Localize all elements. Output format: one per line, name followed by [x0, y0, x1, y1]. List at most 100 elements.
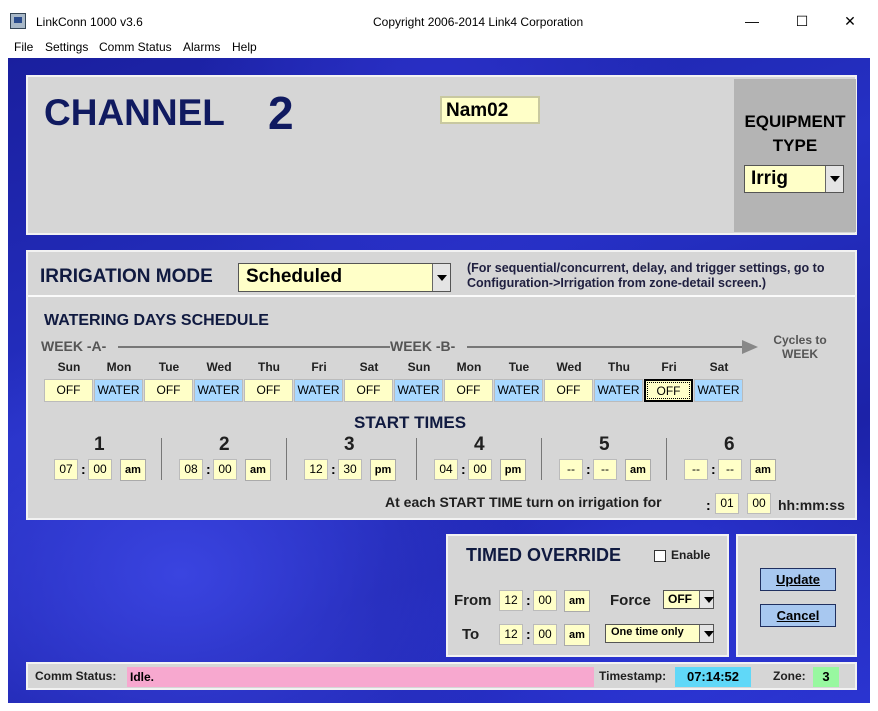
- day-toggle-button[interactable]: WATER: [394, 379, 443, 402]
- duration-hours-field[interactable]: 01: [715, 493, 739, 514]
- irrigation-mode-select[interactable]: Scheduled: [238, 263, 451, 292]
- timestamp-value: 07:14:52: [675, 667, 751, 687]
- menu-file[interactable]: File: [14, 40, 33, 54]
- update-button[interactable]: Update: [760, 568, 836, 591]
- colon: :: [526, 626, 531, 642]
- chevron-down-icon[interactable]: [699, 625, 714, 642]
- colon: :: [206, 461, 211, 477]
- enable-label: Enable: [671, 548, 711, 562]
- start-time-ampm-button[interactable]: am: [120, 459, 146, 481]
- to-hour-field[interactable]: 12: [499, 624, 523, 645]
- menu-comm-status[interactable]: Comm Status: [99, 40, 172, 54]
- chevron-down-icon[interactable]: [699, 591, 714, 608]
- force-label: Force: [610, 592, 651, 609]
- day-name: Sun: [57, 360, 81, 374]
- channel-name-field[interactable]: Nam02: [440, 96, 540, 124]
- force-value: OFF: [668, 592, 692, 606]
- day-toggle-button[interactable]: OFF: [144, 379, 193, 402]
- from-ampm-button[interactable]: am: [564, 590, 590, 612]
- menu-settings[interactable]: Settings: [45, 40, 88, 54]
- irrigation-mode-value: Scheduled: [246, 266, 343, 287]
- channel-number: 2: [268, 87, 294, 139]
- day-toggle-button[interactable]: WATER: [294, 379, 343, 402]
- equipment-type-value: Irrig: [751, 168, 788, 189]
- day-toggle-button[interactable]: OFF: [544, 379, 593, 402]
- day-toggle-button[interactable]: OFF: [244, 379, 293, 402]
- start-time-hour-field[interactable]: --: [684, 459, 708, 480]
- day-name: Thu: [258, 360, 280, 374]
- enable-checkbox[interactable]: [654, 550, 666, 562]
- day-name: Wed: [206, 360, 232, 374]
- day-toggle-button[interactable]: WATER: [594, 379, 643, 402]
- day-toggle-button[interactable]: OFF: [344, 379, 393, 402]
- day-toggle-button[interactable]: OFF: [444, 379, 493, 402]
- divider: [286, 438, 287, 480]
- channel-label: CHANNEL: [44, 92, 225, 133]
- divider: [541, 438, 542, 480]
- close-icon[interactable]: ✕: [838, 10, 862, 32]
- menu-bar: File Settings Comm Status Alarms Help: [0, 38, 878, 58]
- start-time-ampm-button[interactable]: pm: [370, 459, 396, 481]
- start-time-hour-field[interactable]: --: [559, 459, 583, 480]
- start-time-minute-field[interactable]: 00: [213, 459, 237, 480]
- day-name: Sun: [407, 360, 431, 374]
- start-time-minute-field[interactable]: 00: [468, 459, 492, 480]
- day-toggle-button[interactable]: OFF: [44, 379, 93, 402]
- day-toggle-button[interactable]: WATER: [494, 379, 543, 402]
- copyright-text: Copyright 2006-2014 Link4 Corporation: [373, 15, 584, 29]
- to-label: To: [462, 626, 480, 643]
- minimize-icon[interactable]: —: [740, 10, 764, 32]
- colon: :: [706, 497, 711, 513]
- start-time-ampm-button[interactable]: am: [750, 459, 776, 481]
- day-name: Mon: [456, 360, 482, 374]
- force-select[interactable]: OFF: [663, 590, 714, 609]
- cancel-button[interactable]: Cancel: [760, 604, 836, 627]
- week-a-line: [118, 346, 390, 348]
- divider: [28, 295, 855, 297]
- start-time-ampm-button[interactable]: am: [245, 459, 271, 481]
- repeat-select[interactable]: One time only: [605, 624, 714, 643]
- start-time-minute-field[interactable]: --: [718, 459, 742, 480]
- equipment-label-line2: TYPE: [772, 136, 818, 155]
- week-a-label: WEEK -A-: [41, 338, 107, 354]
- start-time-number: 4: [474, 434, 485, 455]
- action-panel: [736, 534, 857, 657]
- to-ampm-button[interactable]: am: [564, 624, 590, 646]
- start-time-minute-field[interactable]: --: [593, 459, 617, 480]
- duration-unit: hh:mm:ss: [778, 497, 845, 513]
- start-time-hour-field[interactable]: 08: [179, 459, 203, 480]
- day-toggle-button[interactable]: WATER: [694, 379, 743, 402]
- menu-help[interactable]: Help: [232, 40, 257, 54]
- start-time-number: 3: [344, 434, 355, 455]
- start-time-minute-field[interactable]: 00: [88, 459, 112, 480]
- colon: :: [81, 461, 86, 477]
- start-time-hour-field[interactable]: 07: [54, 459, 78, 480]
- start-time-hour-field[interactable]: 12: [304, 459, 328, 480]
- maximize-icon[interactable]: ☐: [790, 10, 814, 32]
- day-toggle-button[interactable]: WATER: [94, 379, 143, 402]
- to-minute-field[interactable]: 00: [533, 624, 557, 645]
- day-name: Fri: [661, 360, 677, 374]
- title-bar: LinkConn 1000 v3.6 Copyright 2006-2014 L…: [0, 0, 878, 38]
- start-time-minute-field[interactable]: 30: [338, 459, 362, 480]
- from-minute-field[interactable]: 00: [533, 590, 557, 611]
- day-name: Sat: [359, 360, 379, 374]
- chevron-down-icon[interactable]: [432, 264, 450, 291]
- start-time-hour-field[interactable]: 04: [434, 459, 458, 480]
- day-toggle-button[interactable]: OFF: [644, 379, 693, 402]
- comm-status-label: Comm Status:: [35, 669, 117, 683]
- day-toggle-button[interactable]: WATER: [194, 379, 243, 402]
- start-times-title: START TIMES: [354, 413, 467, 432]
- equipment-type-select[interactable]: Irrig: [744, 165, 844, 193]
- comm-status-value: Idle.: [127, 667, 594, 687]
- duration-minutes-field[interactable]: 00: [747, 493, 771, 514]
- menu-alarms[interactable]: Alarms: [183, 40, 220, 54]
- equipment-type-label: EQUIPMENT TYPE: [734, 110, 856, 158]
- start-time-ampm-button[interactable]: pm: [500, 459, 526, 481]
- from-label: From: [454, 592, 492, 609]
- chevron-down-icon[interactable]: [825, 166, 843, 192]
- colon: :: [331, 461, 336, 477]
- start-time-ampm-button[interactable]: am: [625, 459, 651, 481]
- from-hour-field[interactable]: 12: [499, 590, 523, 611]
- window-title: LinkConn 1000 v3.6: [36, 15, 143, 29]
